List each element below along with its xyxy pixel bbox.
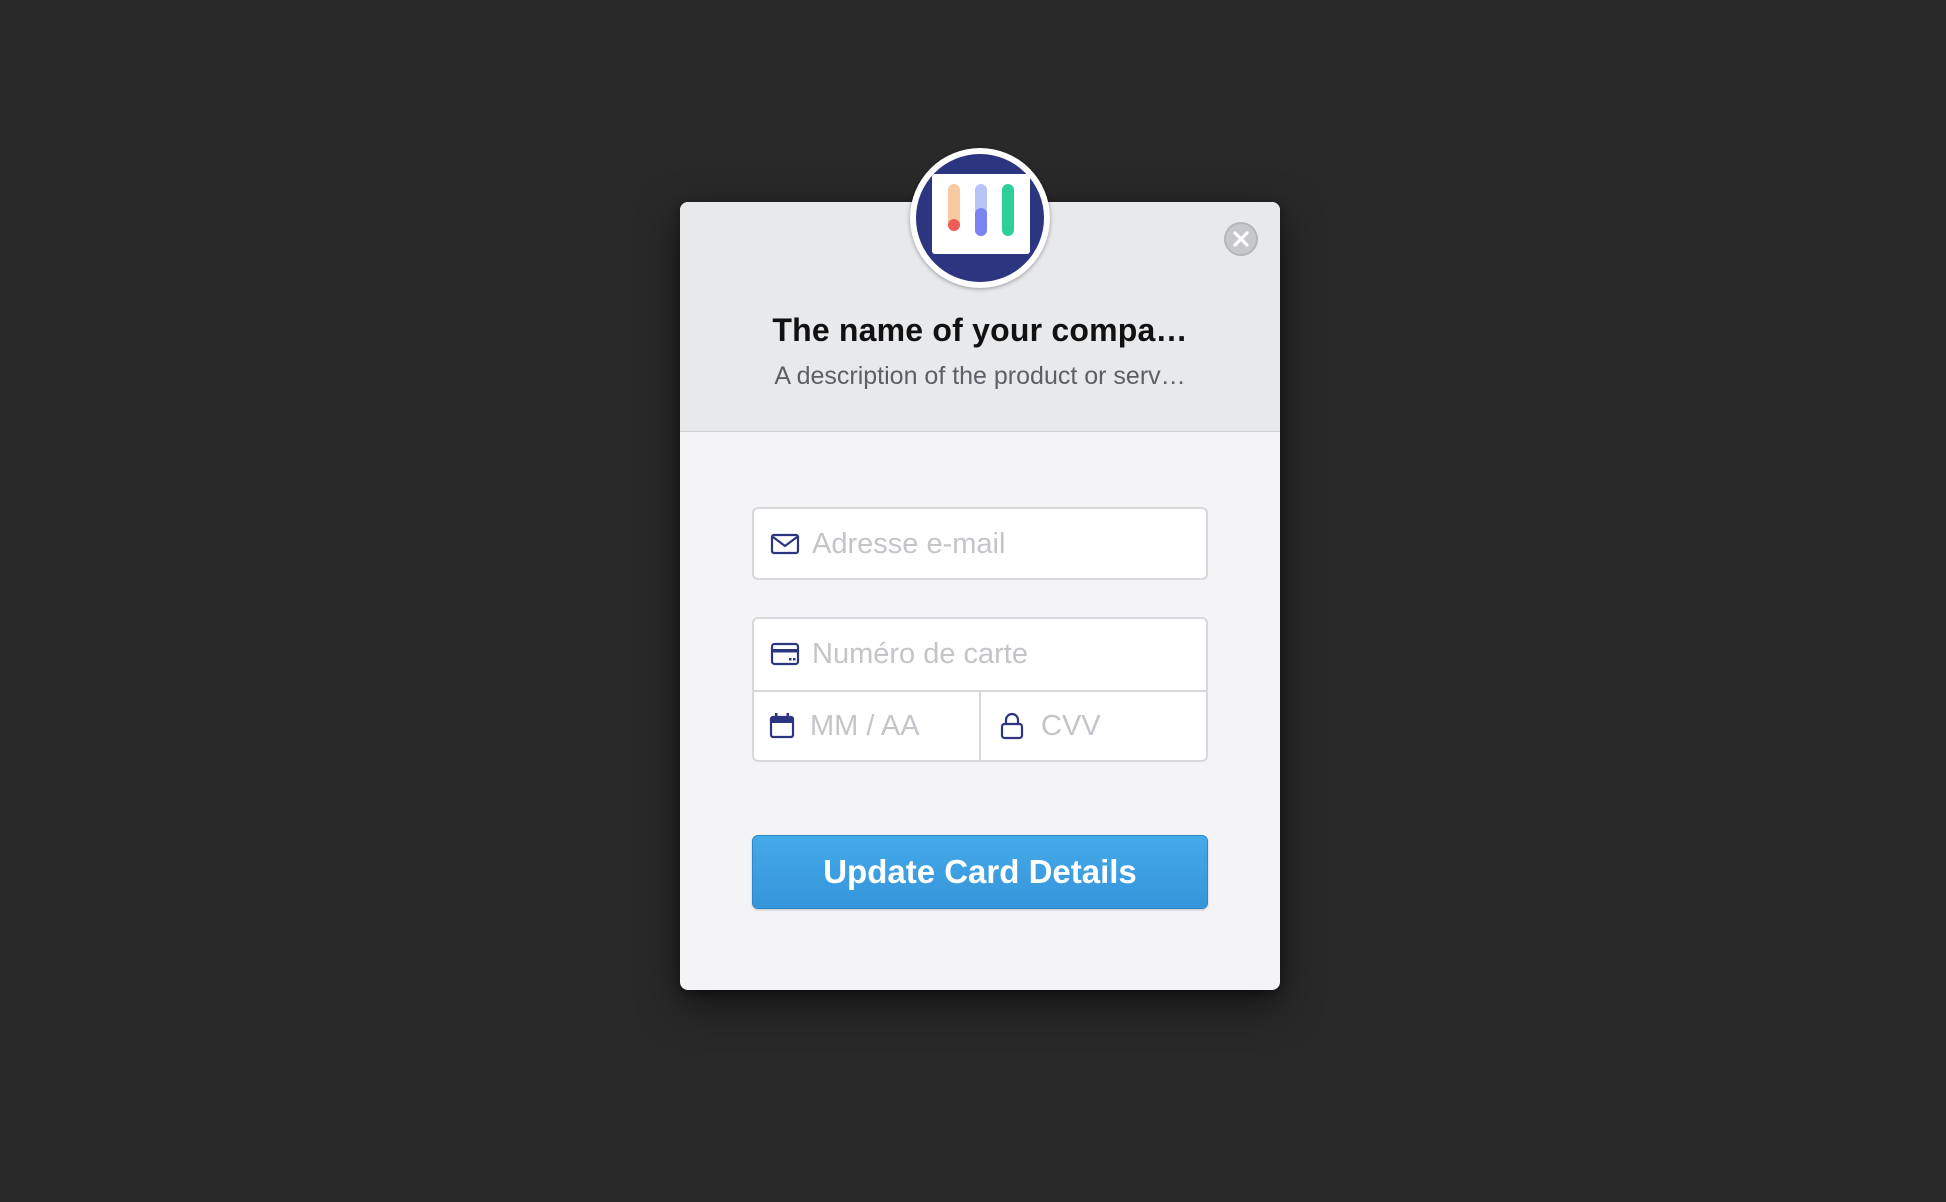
email-field-container [752, 507, 1208, 580]
expiry-field [754, 692, 981, 760]
email-input[interactable] [812, 524, 1192, 564]
credit-card-icon [770, 642, 800, 666]
payment-modal: The name of your compa… A description of… [680, 148, 1280, 990]
company-name: The name of your compa… [772, 312, 1188, 348]
envelope-icon [770, 533, 800, 555]
calendar-icon [769, 713, 795, 739]
product-description: A description of the product or serv… [774, 362, 1186, 390]
cvv-input[interactable] [1041, 706, 1191, 746]
update-card-button[interactable]: Update Card Details [752, 835, 1208, 909]
close-icon [1233, 231, 1249, 247]
expiry-input[interactable] [810, 706, 970, 746]
cvv-field [981, 692, 1206, 760]
page-background: The name of your compa… A description of… [0, 0, 1946, 1202]
bar-chart-logo-icon [948, 184, 1014, 236]
card-number-field [754, 619, 1206, 692]
card-details-group [752, 617, 1208, 762]
card-number-input[interactable] [812, 634, 1192, 674]
lock-icon [1000, 712, 1024, 740]
company-logo [910, 148, 1050, 288]
close-button[interactable] [1224, 222, 1258, 256]
